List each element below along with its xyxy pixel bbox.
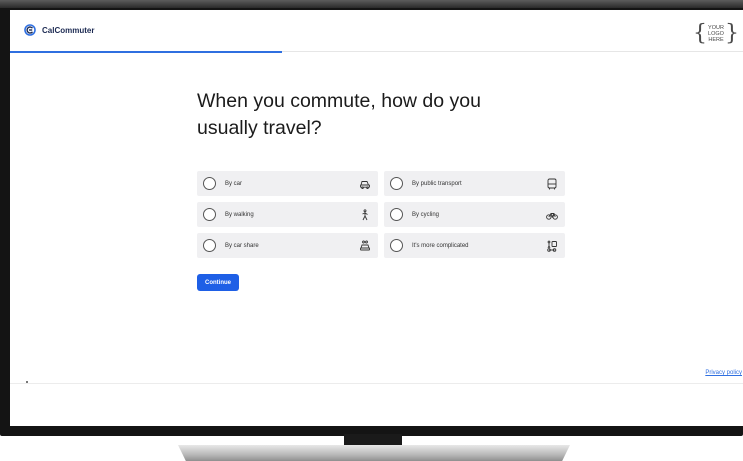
question-title: When you commute, how do you usually tra… bbox=[197, 90, 481, 139]
option-by-cycling[interactable]: By cycling bbox=[384, 202, 565, 227]
option-more-complicated[interactable]: It's more complicated bbox=[384, 233, 565, 258]
car-icon bbox=[359, 178, 371, 190]
option-label: By car bbox=[225, 180, 243, 187]
brand-name: CalCommuter bbox=[42, 25, 95, 35]
transport-options: By car By public transport By walking By… bbox=[197, 171, 565, 258]
privacy-policy-link[interactable]: Privacy policy bbox=[705, 370, 742, 376]
option-by-walking[interactable]: By walking bbox=[197, 202, 378, 227]
brand[interactable]: CalCommuter bbox=[24, 24, 94, 36]
car-share-icon bbox=[359, 240, 371, 252]
monitor-top-edge bbox=[0, 0, 743, 8]
mixed-transport-icon bbox=[546, 240, 558, 252]
brace-left-icon: { bbox=[693, 21, 708, 46]
radio-button[interactable] bbox=[390, 239, 403, 252]
option-label: By walking bbox=[225, 211, 254, 218]
option-by-car-share[interactable]: By car share bbox=[197, 233, 378, 258]
screen: CalCommuter { YOUR LOGO HERE } When you … bbox=[10, 10, 743, 426]
monitor-stand-base bbox=[178, 445, 570, 461]
continue-button[interactable]: Continue bbox=[197, 274, 239, 291]
radio-button[interactable] bbox=[203, 208, 216, 221]
bicycle-icon bbox=[546, 209, 558, 221]
header: CalCommuter { YOUR LOGO HERE } bbox=[10, 10, 743, 52]
option-by-public-transport[interactable]: By public transport bbox=[384, 171, 565, 196]
monitor-frame: CalCommuter { YOUR LOGO HERE } When you … bbox=[0, 0, 743, 436]
radio-button[interactable] bbox=[390, 208, 403, 221]
footer-divider bbox=[10, 383, 743, 384]
option-label: By cycling bbox=[412, 211, 440, 218]
option-label: By public transport bbox=[412, 180, 462, 187]
calcommuter-logo-icon bbox=[24, 24, 36, 36]
option-label: It's more complicated bbox=[412, 242, 469, 249]
progress-accent-bar bbox=[10, 51, 282, 53]
option-label: By car share bbox=[225, 242, 259, 249]
option-by-car[interactable]: By car bbox=[197, 171, 378, 196]
logo-placeholder-text: YOUR LOGO HERE bbox=[708, 25, 724, 43]
radio-button[interactable] bbox=[203, 177, 216, 190]
walking-icon bbox=[359, 208, 371, 221]
logo-placeholder: { YOUR LOGO HERE } bbox=[693, 22, 739, 46]
footer-marker bbox=[26, 381, 28, 383]
bus-icon bbox=[546, 178, 558, 190]
brace-right-icon: } bbox=[724, 21, 739, 46]
radio-button[interactable] bbox=[390, 177, 403, 190]
radio-button[interactable] bbox=[203, 239, 216, 252]
